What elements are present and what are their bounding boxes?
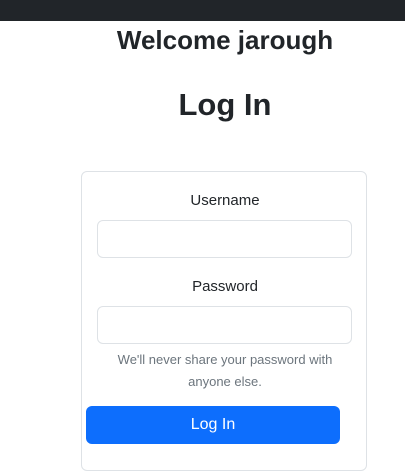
password-input[interactable]	[97, 306, 352, 344]
top-navbar	[0, 0, 405, 21]
password-help-text: We'll never share your password with any…	[117, 352, 333, 389]
username-label: Username	[190, 192, 260, 209]
welcome-message: Welcome jarough	[116, 25, 334, 55]
password-label: Password	[192, 278, 258, 295]
login-button[interactable]: Log In	[86, 406, 340, 444]
username-input[interactable]	[97, 220, 352, 258]
page-title: Log In	[178, 87, 272, 122]
